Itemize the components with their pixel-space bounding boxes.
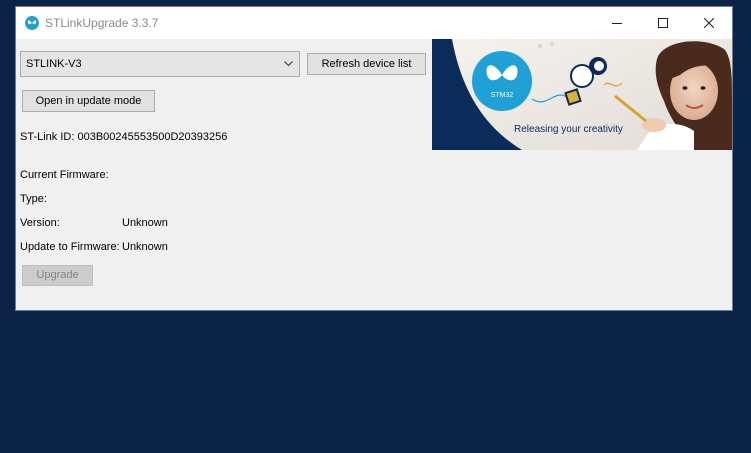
banner-logo-text: STM32 [491,92,514,99]
type-label: Type: [20,193,47,205]
close-button[interactable] [686,7,732,39]
st-butterfly-icon [25,16,39,30]
stm32-banner: STM32 Releasing your creativity [432,39,732,150]
device-select-value: STLINK-V3 [26,58,82,70]
close-icon [704,18,714,28]
upgrade-button[interactable]: Upgrade [22,265,93,286]
minimize-button[interactable] [594,7,640,39]
open-update-mode-label: Open in update mode [35,95,142,107]
version-value: Unknown [122,217,168,229]
maximize-icon [658,18,668,28]
version-label: Version: [20,217,60,229]
banner-graphic: STM32 Releasing your creativity [432,39,732,150]
minimize-icon [612,23,622,24]
chevron-down-icon [284,61,293,67]
title-bar[interactable]: STLinkUpgrade 3.3.7 [16,7,732,39]
app-window: STLinkUpgrade 3.3.7 STLINK-V3 Refresh de… [16,7,732,310]
maximize-button[interactable] [640,7,686,39]
main-panel: STLINK-V3 Refresh device list Open in up… [16,39,732,310]
device-select[interactable]: STLINK-V3 [20,51,300,77]
update-to-firmware-value: Unknown [122,241,168,253]
refresh-device-list-label: Refresh device list [321,58,412,70]
upgrade-label: Upgrade [36,269,79,281]
banner-tagline: Releasing your creativity [514,124,623,135]
stlink-id-text: ST-Link ID: 003B00245553500D20393256 [20,131,228,143]
current-firmware-label: Current Firmware: [20,169,109,181]
window-title: STLinkUpgrade 3.3.7 [45,16,159,30]
update-to-firmware-label: Update to Firmware: [20,241,120,253]
refresh-device-list-button[interactable]: Refresh device list [307,53,426,75]
open-update-mode-button[interactable]: Open in update mode [22,90,155,112]
